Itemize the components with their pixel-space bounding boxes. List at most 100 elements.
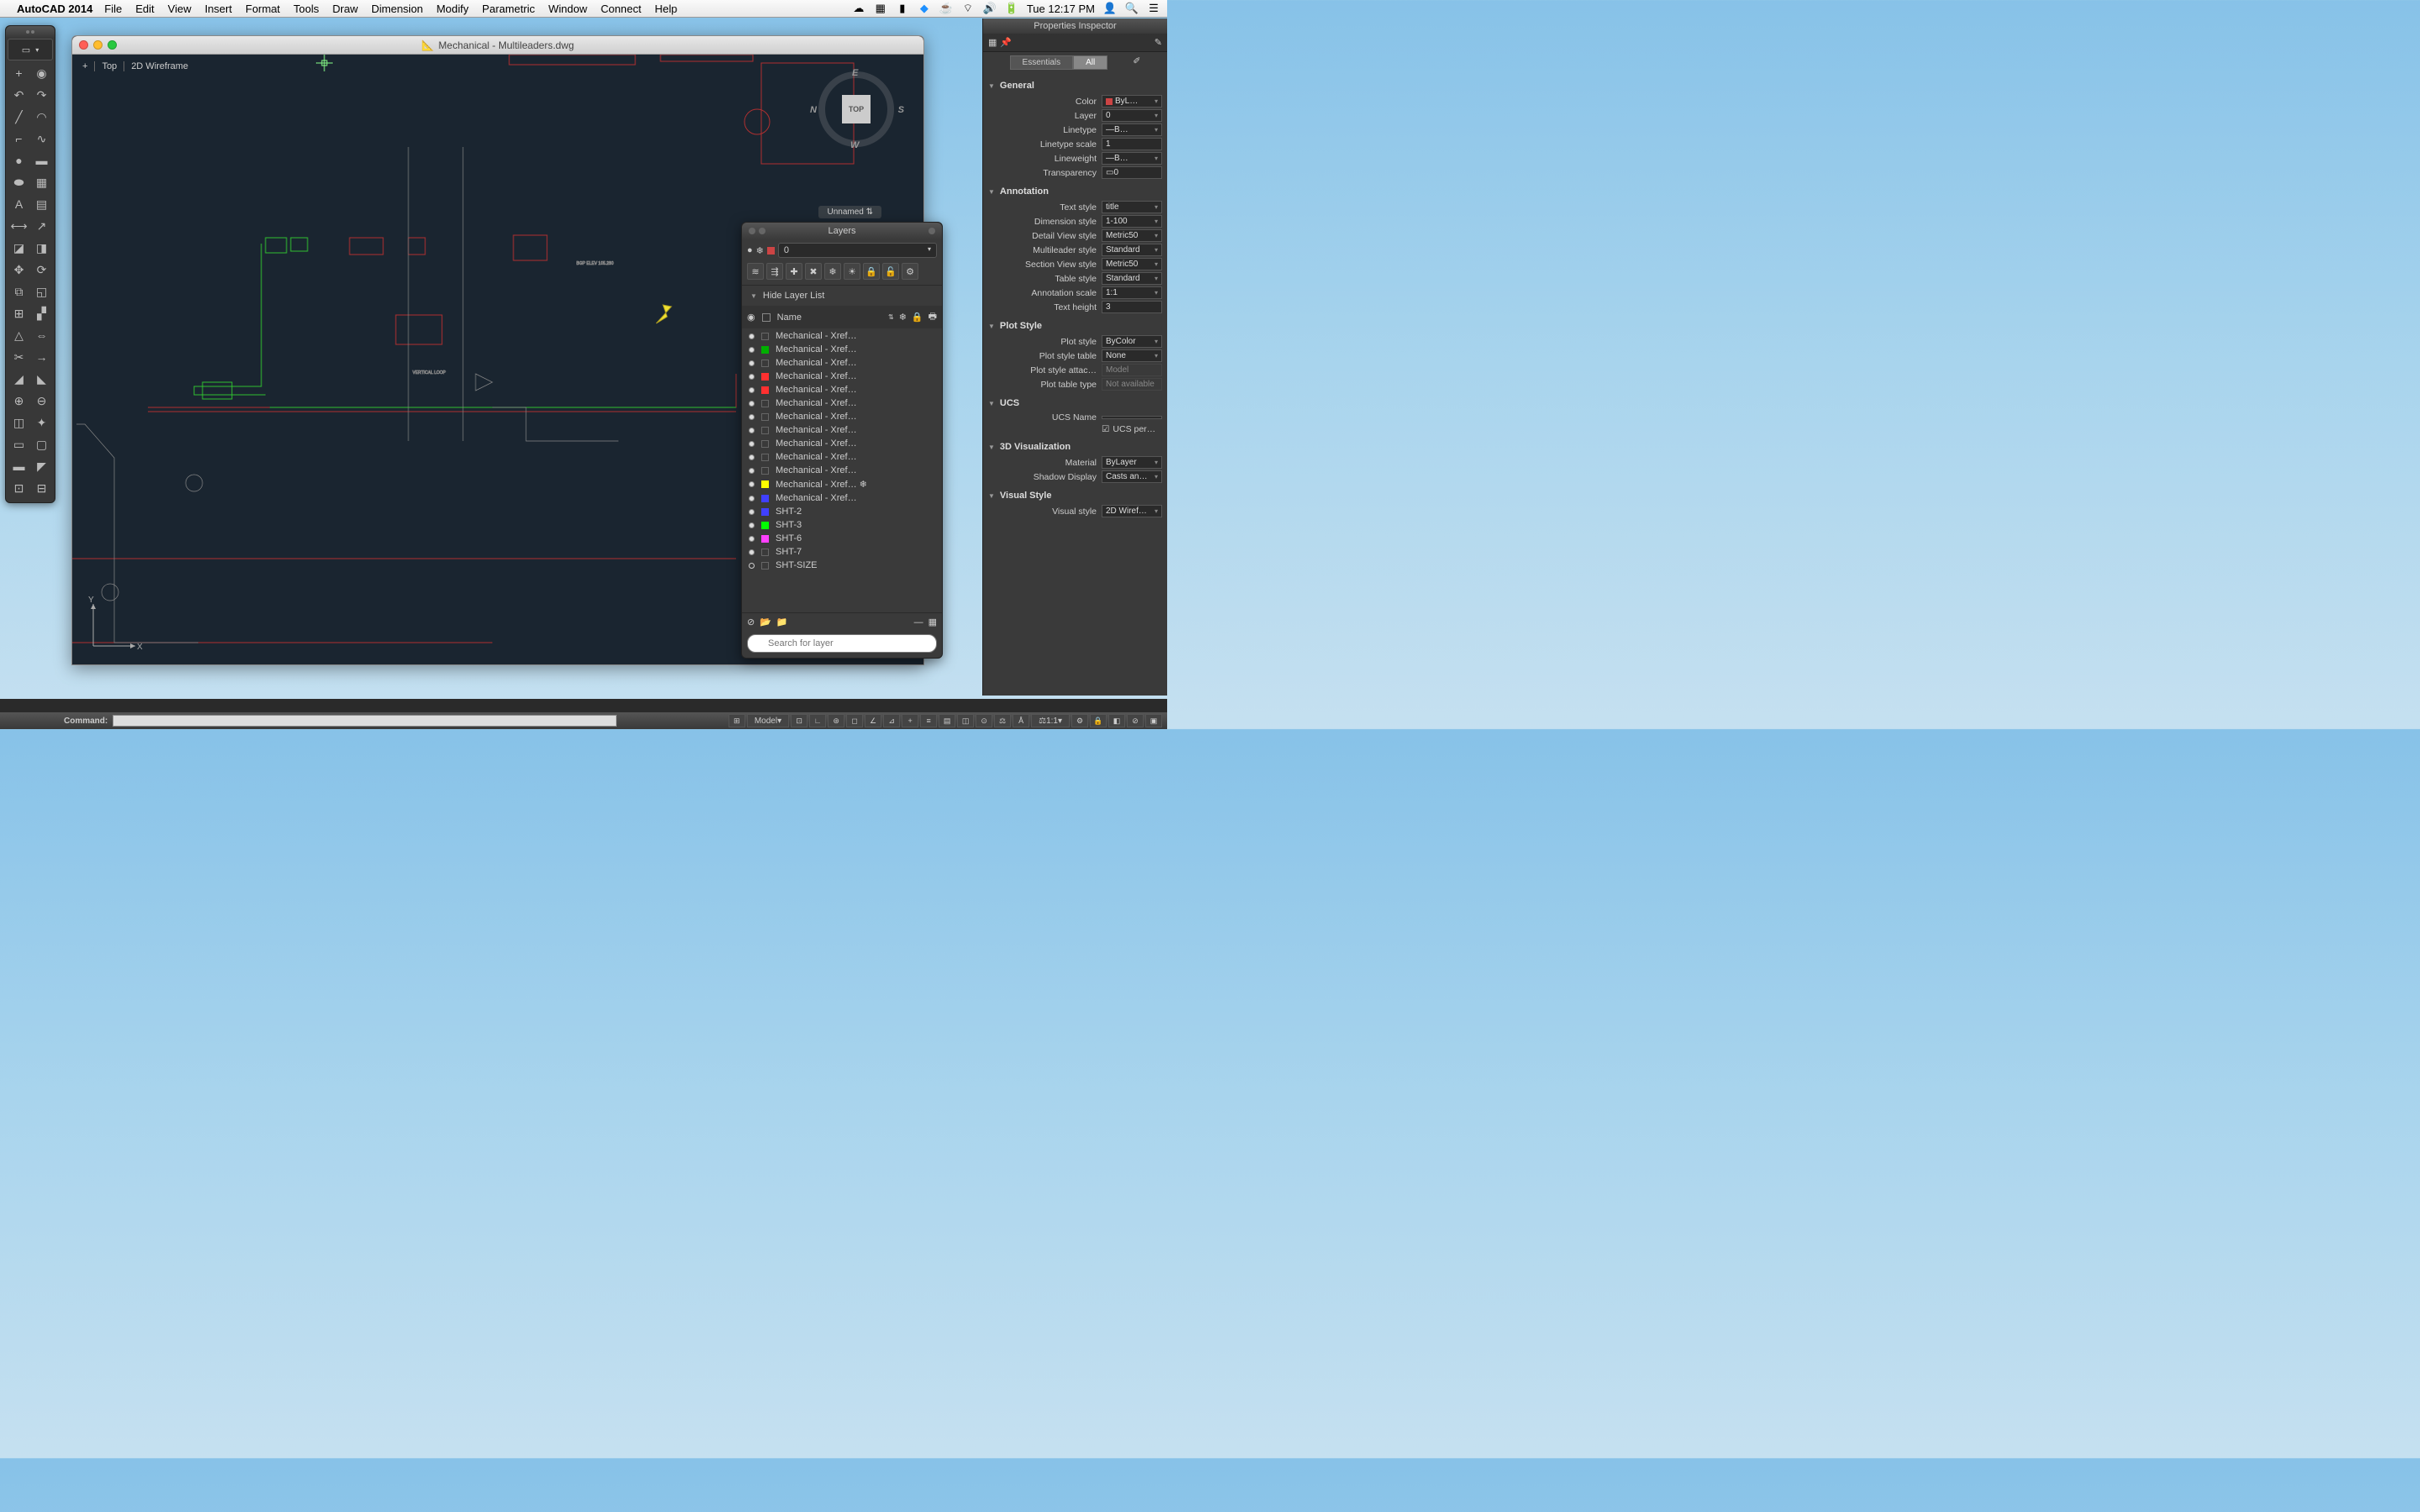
tool-text[interactable]: A bbox=[9, 195, 29, 213]
zoom-button[interactable] bbox=[108, 40, 117, 50]
status-otrack-icon[interactable]: ∠ bbox=[865, 714, 881, 727]
tool-move[interactable]: ✥ bbox=[9, 260, 29, 279]
tool-circle[interactable]: ● bbox=[9, 151, 29, 170]
prop-layer[interactable]: 0▾ bbox=[1102, 109, 1162, 122]
layer-settings-icon[interactable]: ⚙ bbox=[902, 263, 918, 280]
status-polar-icon[interactable]: ⊛ bbox=[828, 714, 844, 727]
layer-collapse-icon[interactable]: — bbox=[914, 617, 923, 627]
tool-align[interactable]: ◤ bbox=[32, 457, 52, 475]
status-anno-icon[interactable]: ⚖ bbox=[994, 714, 1011, 727]
layer-new-icon[interactable]: ✚ bbox=[786, 263, 802, 280]
menu-dimension[interactable]: Dimension bbox=[371, 3, 423, 15]
status-ws-icon[interactable]: ⚙ bbox=[1071, 714, 1088, 727]
view-unnamed[interactable]: Unnamed ⇅ bbox=[818, 206, 881, 218]
tool-fillet[interactable]: ◢ bbox=[9, 370, 29, 388]
layer-color-icon[interactable] bbox=[767, 247, 775, 255]
menu-help[interactable]: Help bbox=[655, 3, 677, 15]
tab-essentials[interactable]: Essentials bbox=[1010, 55, 1074, 70]
layer-row[interactable]: Mechanical - Xref… bbox=[742, 464, 942, 477]
coffee-icon[interactable]: ☕ bbox=[939, 2, 953, 15]
name-column[interactable]: Name bbox=[777, 312, 888, 323]
status-snap-icon[interactable]: ⊡ bbox=[791, 714, 808, 727]
tool-boundary[interactable]: ▢ bbox=[32, 435, 52, 454]
layer-freeze2-icon[interactable]: ❄ bbox=[824, 263, 841, 280]
command-input[interactable] bbox=[113, 715, 617, 727]
menu-window[interactable]: Window bbox=[549, 3, 587, 15]
status-ducs-icon[interactable]: ⊿ bbox=[883, 714, 900, 727]
workspace-dropdown[interactable]: ▭ ▾ bbox=[8, 39, 53, 60]
layer-filter-icon[interactable]: ⇶ bbox=[766, 263, 783, 280]
current-layer-dropdown[interactable]: 0▾ bbox=[778, 243, 937, 258]
menu-draw[interactable]: Draw bbox=[333, 3, 358, 15]
clock[interactable]: Tue 12:17 PM bbox=[1027, 3, 1095, 15]
prop-ltscale[interactable]: 1 bbox=[1102, 138, 1162, 150]
close-button[interactable] bbox=[79, 40, 88, 50]
status-clean-icon[interactable]: ▣ bbox=[1145, 714, 1162, 727]
layer-row[interactable]: SHT-7 bbox=[742, 545, 942, 559]
layer-row[interactable]: Mechanical - Xref… bbox=[742, 437, 942, 450]
prop-ucs-name[interactable] bbox=[1102, 416, 1162, 419]
palette-grip[interactable] bbox=[6, 26, 55, 37]
layer-row[interactable]: Mechanical - Xref… ❄ bbox=[742, 477, 942, 491]
window-titlebar[interactable]: 📐Mechanical - Multileaders.dwg bbox=[72, 36, 923, 55]
hide-layer-list[interactable]: Hide Layer List bbox=[742, 286, 942, 306]
tool-chamfer[interactable]: ◣ bbox=[32, 370, 52, 388]
tool-join[interactable]: ⊕ bbox=[9, 391, 29, 410]
prop-section[interactable]: Metric50▾ bbox=[1102, 258, 1162, 270]
menu-edit[interactable]: Edit bbox=[135, 3, 154, 15]
tool-arc[interactable]: ◠ bbox=[32, 108, 52, 126]
prop-plottable[interactable]: None▾ bbox=[1102, 349, 1162, 362]
layers-title[interactable]: Layers bbox=[742, 223, 942, 239]
layer-open-icon[interactable]: 📂 bbox=[760, 617, 771, 627]
plot-column-icon[interactable]: 🖶 bbox=[929, 309, 937, 325]
layer-row[interactable]: SHT-2 bbox=[742, 505, 942, 518]
tool-point[interactable]: + bbox=[9, 64, 29, 82]
tool-array[interactable]: ⊞ bbox=[9, 304, 29, 323]
layer-thaw-icon[interactable]: ☀ bbox=[844, 263, 860, 280]
status-model[interactable]: Model ▾ bbox=[747, 714, 789, 727]
menu-view[interactable]: View bbox=[168, 3, 192, 15]
status-sc-icon[interactable]: ⊙ bbox=[976, 714, 992, 727]
prop-annoscale[interactable]: 1:1▾ bbox=[1102, 286, 1162, 299]
props-eyedropper-icon[interactable]: ✐ bbox=[1133, 55, 1140, 70]
color-column-icon[interactable] bbox=[762, 313, 771, 322]
tool-scale[interactable]: ◱ bbox=[32, 282, 52, 301]
menu-format[interactable]: Format bbox=[245, 3, 280, 15]
menu-file[interactable]: File bbox=[104, 3, 122, 15]
layer-visible-icon[interactable]: ● bbox=[747, 245, 753, 255]
tool-polysolid[interactable]: ◉ bbox=[32, 64, 52, 82]
cloud-icon[interactable]: ☁ bbox=[852, 2, 865, 15]
status-lwt-icon[interactable]: ≡ bbox=[920, 714, 937, 727]
menu-tools[interactable]: Tools bbox=[293, 3, 318, 15]
tool-stretch[interactable]: ⇔ bbox=[32, 326, 52, 344]
section-plot[interactable]: Plot Style bbox=[988, 318, 1162, 333]
layer-row[interactable]: Mechanical - Xref… bbox=[742, 410, 942, 423]
section-visual[interactable]: Visual Style bbox=[988, 488, 1162, 503]
status-qp-icon[interactable]: ◫ bbox=[957, 714, 974, 727]
prop-transparency[interactable]: ▭ 0 bbox=[1102, 166, 1162, 179]
layer-search-input[interactable] bbox=[747, 634, 937, 653]
prop-plotstyle[interactable]: ByColor▾ bbox=[1102, 335, 1162, 348]
freeze-column-icon[interactable]: ❄ bbox=[899, 312, 907, 323]
menu-connect[interactable]: Connect bbox=[601, 3, 641, 15]
menu-icon[interactable]: ☰ bbox=[1147, 2, 1160, 15]
layer-lock-icon[interactable]: 🔒 bbox=[863, 263, 880, 280]
props-pick-icon[interactable]: ✎ bbox=[1155, 37, 1162, 48]
tool-explode[interactable]: ✦ bbox=[32, 413, 52, 432]
prop-lineweight[interactable]: — B…▾ bbox=[1102, 152, 1162, 165]
tool-measure[interactable]: ▬ bbox=[9, 457, 29, 475]
tool-group[interactable]: ⊡ bbox=[9, 479, 29, 497]
app-name[interactable]: AutoCAD 2014 bbox=[17, 3, 92, 15]
layer-open2-icon[interactable]: 📁 bbox=[776, 617, 788, 627]
props-grid-icon[interactable]: ▦ bbox=[988, 37, 997, 48]
tool-extend[interactable]: → bbox=[32, 348, 52, 366]
layer-row[interactable]: SHT-SIZE bbox=[742, 559, 942, 572]
tool-hatch[interactable]: ▦ bbox=[32, 173, 52, 192]
spotlight-icon[interactable]: 👤 bbox=[1103, 2, 1117, 15]
layer-row[interactable]: Mechanical - Xref… bbox=[742, 450, 942, 464]
layer-row[interactable]: Mechanical - Xref… bbox=[742, 356, 942, 370]
lock-column-icon[interactable]: 🔒 bbox=[912, 312, 923, 323]
tool-trim[interactable]: ✂ bbox=[9, 348, 29, 366]
search-icon[interactable]: 🔍 bbox=[1125, 2, 1139, 15]
section-3d[interactable]: 3D Visualization bbox=[988, 439, 1162, 454]
